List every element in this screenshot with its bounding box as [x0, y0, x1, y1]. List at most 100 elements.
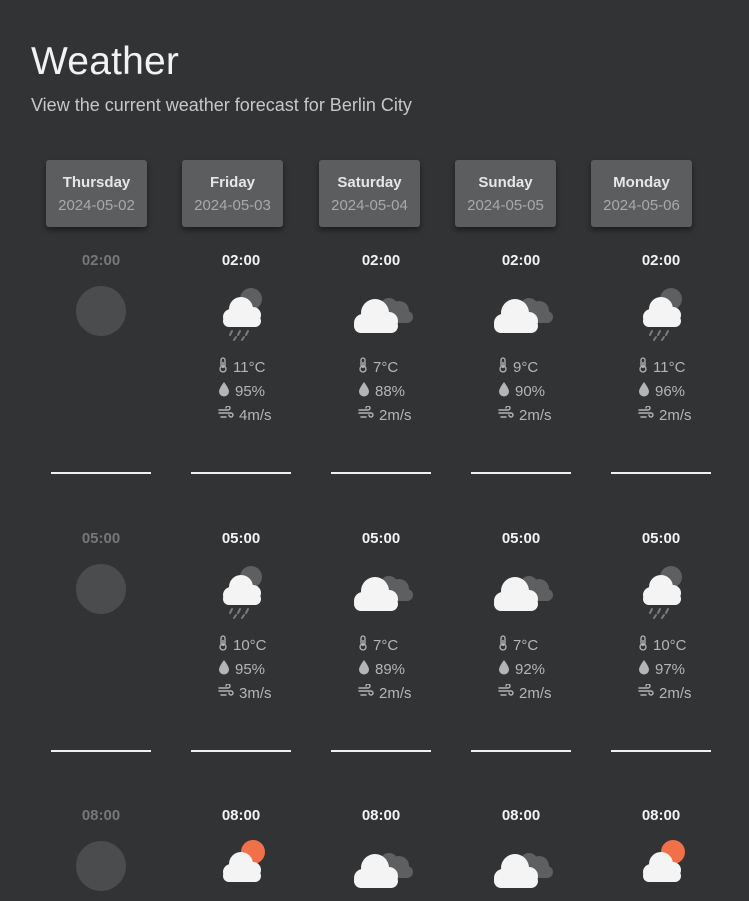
thermometer-icon	[358, 357, 373, 377]
forecast-slot: 05:00 10°C 97% 2m/s	[611, 530, 711, 705]
slot-divider	[611, 750, 711, 752]
temperature-metric: 11°C	[611, 355, 711, 379]
temperature-value: 11°C	[653, 358, 686, 376]
forecast-time: 05:00	[361, 530, 401, 547]
thermometer-icon	[638, 357, 653, 377]
day-date: 2024-05-04	[331, 197, 408, 214]
humidity-metric: 88%	[331, 379, 431, 403]
droplet-icon	[358, 659, 375, 679]
wind-icon	[358, 405, 379, 424]
temperature-value: 11°C	[233, 358, 266, 376]
day-name: Friday	[209, 174, 255, 191]
clouds-icon	[351, 281, 413, 341]
slot-divider	[471, 750, 571, 752]
temperature-value: 7°C	[373, 636, 399, 654]
unavailable-icon	[76, 286, 126, 336]
wind-icon	[638, 405, 659, 424]
forecast-time: 02:00	[221, 252, 261, 269]
droplet-icon	[498, 659, 515, 679]
day-name: Monday	[613, 174, 670, 191]
forecast-slot: 02:00 11°C 96% 2m/s	[611, 252, 711, 427]
day-date: 2024-05-03	[194, 197, 271, 214]
humidity-metric: 89%	[331, 657, 431, 681]
day-date: 2024-05-02	[58, 197, 135, 214]
humidity-metric: 97%	[611, 657, 711, 681]
clouds-icon	[351, 836, 413, 896]
forecast-slot: 08:00	[51, 807, 151, 896]
humidity-metric: 92%	[471, 657, 571, 681]
wind-icon	[638, 683, 659, 702]
clouds-icon	[491, 559, 553, 619]
forecast-slot: 05:00	[51, 530, 151, 619]
day-card-saturday[interactable]: Saturday 2024-05-04	[319, 160, 420, 227]
wind-metric: 4m/s	[191, 403, 291, 427]
slot-divider	[331, 750, 431, 752]
unavailable-icon	[76, 841, 126, 891]
clouds-icon	[491, 281, 553, 341]
humidity-value: 97%	[655, 660, 686, 678]
humidity-metric: 95%	[191, 657, 291, 681]
temperature-metric: 7°C	[471, 633, 571, 657]
wind-value: 3m/s	[239, 684, 272, 702]
day-name: Thursday	[62, 174, 131, 191]
forecast-time: 02:00	[81, 252, 121, 269]
forecast-time: 08:00	[221, 807, 261, 824]
wind-value: 2m/s	[379, 406, 412, 424]
thermometer-icon	[218, 357, 233, 377]
day-card-thursday[interactable]: Thursday 2024-05-02	[46, 160, 147, 227]
thermometer-icon	[498, 635, 513, 655]
slot-divider	[331, 472, 431, 474]
forecast-slot: 08:00	[191, 807, 291, 896]
wind-icon	[218, 683, 239, 702]
day-card-monday[interactable]: Monday 2024-05-06	[591, 160, 692, 227]
temperature-value: 10°C	[233, 636, 267, 654]
droplet-icon	[638, 381, 655, 401]
sun-cloud-icon	[631, 836, 691, 896]
thermometer-icon	[358, 635, 373, 655]
day-date: 2024-05-05	[467, 197, 544, 214]
cloud-rain-icon	[211, 281, 271, 341]
wind-value: 2m/s	[519, 406, 552, 424]
day-card-friday[interactable]: Friday 2024-05-03	[182, 160, 283, 227]
slot-divider	[611, 472, 711, 474]
forecast-slot: 02:00 9°C 90% 2m/s	[471, 252, 571, 427]
wind-icon	[498, 405, 519, 424]
droplet-icon	[498, 381, 515, 401]
slot-divider	[191, 472, 291, 474]
wind-value: 2m/s	[379, 684, 412, 702]
thermometer-icon	[638, 635, 653, 655]
page-subtitle: View the current weather forecast for Be…	[31, 95, 412, 115]
slot-divider	[471, 472, 571, 474]
humidity-value: 95%	[235, 382, 266, 400]
forecast-slot: 08:00	[611, 807, 711, 896]
temperature-metric: 10°C	[191, 633, 291, 657]
slot-divider	[51, 750, 151, 752]
temperature-value: 7°C	[513, 636, 539, 654]
temperature-metric: 9°C	[471, 355, 571, 379]
droplet-icon	[218, 381, 235, 401]
wind-metric: 2m/s	[471, 403, 571, 427]
thermometer-icon	[498, 357, 513, 377]
temperature-value: 10°C	[653, 636, 687, 654]
humidity-metric: 95%	[191, 379, 291, 403]
wind-icon	[498, 683, 519, 702]
forecast-slot: 08:00	[331, 807, 431, 896]
humidity-value: 92%	[515, 660, 546, 678]
wind-value: 2m/s	[519, 684, 552, 702]
wind-metric: 3m/s	[191, 681, 291, 705]
wind-value: 2m/s	[659, 406, 692, 424]
droplet-icon	[638, 659, 655, 679]
forecast-time: 08:00	[501, 807, 541, 824]
humidity-value: 89%	[375, 660, 406, 678]
wind-value: 2m/s	[659, 684, 692, 702]
thermometer-icon	[218, 635, 233, 655]
wind-metric: 2m/s	[331, 403, 431, 427]
humidity-metric: 90%	[471, 379, 571, 403]
droplet-icon	[218, 659, 235, 679]
slot-divider	[191, 750, 291, 752]
day-date: 2024-05-06	[603, 197, 680, 214]
temperature-metric: 7°C	[331, 633, 431, 657]
wind-metric: 2m/s	[471, 681, 571, 705]
day-card-sunday[interactable]: Sunday 2024-05-05	[455, 160, 556, 227]
temperature-metric: 10°C	[611, 633, 711, 657]
